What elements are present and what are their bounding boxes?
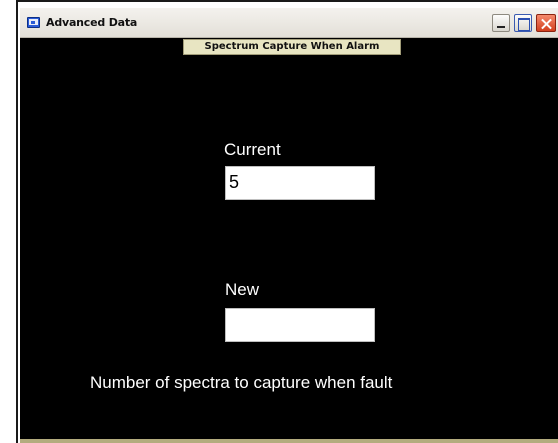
screen-frame-left (0, 0, 18, 443)
close-button[interactable] (536, 14, 556, 32)
current-value-field: 5 (225, 166, 375, 200)
new-value-input[interactable] (225, 308, 375, 342)
minimize-button[interactable] (492, 14, 510, 32)
window-title: Advanced Data (46, 16, 138, 29)
description-caption: Number of spectra to capture when fault (90, 373, 393, 392)
new-label: New (225, 280, 260, 299)
advanced-data-window: Advanced Data Spectrum Capture When Alar… (20, 8, 558, 443)
section-banner: Spectrum Capture When Alarm (183, 39, 401, 55)
screen-frame-top (0, 0, 558, 2)
banner-row: Spectrum Capture When Alarm (20, 38, 558, 56)
current-label: Current (224, 140, 281, 159)
title-bar[interactable]: Advanced Data (20, 8, 558, 38)
app-window-icon (27, 17, 40, 28)
bottom-border (20, 439, 558, 443)
maximize-button[interactable] (514, 14, 532, 32)
